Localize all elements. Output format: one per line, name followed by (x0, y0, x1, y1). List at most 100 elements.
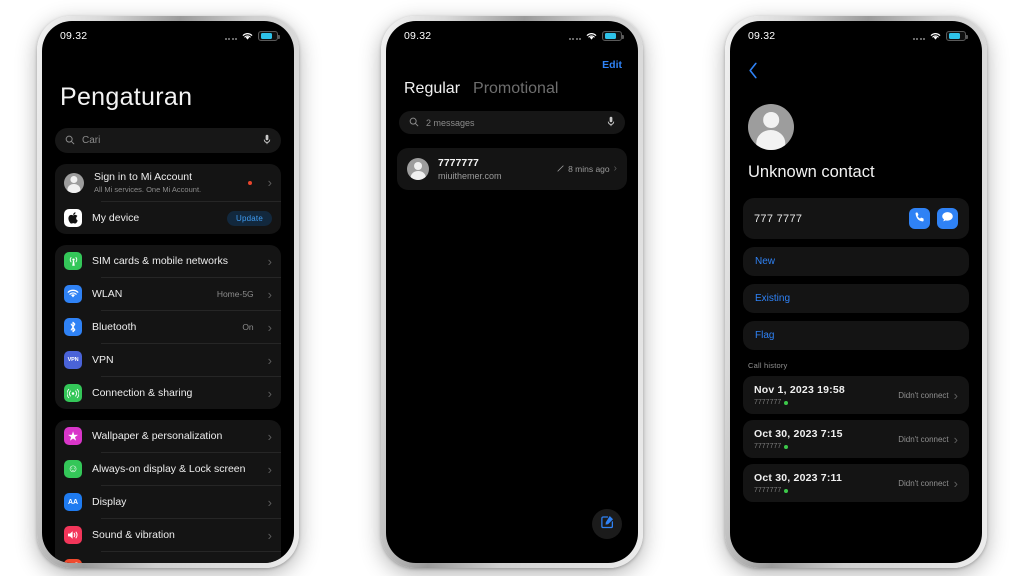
call-number: 7777777 (754, 487, 898, 494)
call-phone-icon (914, 210, 926, 228)
chevron-right-icon: › (267, 494, 272, 510)
chevron-right-icon: › (267, 352, 272, 368)
wifi-icon (930, 32, 941, 41)
edit-button[interactable]: Edit (386, 51, 638, 71)
message-time-text: 8 mins ago (568, 164, 610, 174)
chevron-right-icon: › (613, 163, 617, 174)
vpn-icon: VPN (64, 351, 82, 370)
sidebar-item-vpn[interactable]: VPN VPN › (55, 344, 281, 376)
chevron-right-icon: › (267, 461, 272, 477)
sidebar-item-my-device[interactable]: My device Update (55, 202, 281, 234)
message-sender: 7777777 (438, 157, 479, 169)
connection-sharing-icon (64, 384, 82, 403)
chevron-right-icon: › (953, 431, 958, 447)
chevron-right-icon: › (267, 385, 272, 401)
phone-number-card: 777 7777 (743, 198, 969, 239)
sidebar-item-display[interactable]: AA Display › (55, 486, 281, 518)
sound-label: Sound & vibration (92, 528, 175, 541)
sim-indicator-icon (784, 444, 789, 449)
call-history-title: Call history (748, 361, 788, 370)
option-new[interactable]: New (743, 247, 969, 276)
bluetooth-icon (64, 318, 82, 337)
always-on-display-label: Always-on display & Lock screen (92, 462, 246, 475)
battery-icon (258, 31, 280, 41)
chevron-right-icon: › (267, 319, 272, 335)
phone-settings: 09.32 Pengaturan Cari Sign in to Mi Acco… (37, 16, 299, 568)
bluetooth-value: On (242, 322, 254, 333)
wifi-icon (586, 32, 597, 41)
battery-icon (946, 31, 968, 41)
sidebar-item-wlan[interactable]: WLAN Home-5G › (55, 278, 281, 310)
bluetooth-label: Bluetooth (92, 320, 137, 333)
search-input[interactable]: Cari (55, 128, 281, 153)
chevron-right-icon: › (267, 428, 272, 444)
contact-screen: 09.32 Unknown contact 777 7777 New Exist… (730, 21, 982, 563)
chevron-right-icon: › (267, 286, 272, 302)
tab-promotional[interactable]: Promotional (473, 80, 558, 98)
sent-pen-icon (557, 164, 564, 174)
update-button[interactable]: Update (227, 210, 272, 226)
call-history-row[interactable]: Nov 1, 2023 19:58 7777777 Didn't connect… (743, 376, 969, 414)
message-timestamp: 8 mins ago › (557, 164, 617, 174)
connection-sharing-label: Connection & sharing (92, 386, 193, 399)
call-number: 7777777 (754, 399, 898, 406)
sidebar-item-always-on-display[interactable]: ☺ Always-on display & Lock screen › (55, 453, 281, 485)
wifi-icon (242, 32, 253, 41)
face-smile-icon: ☺ (64, 460, 82, 479)
message-button[interactable] (937, 208, 958, 229)
contact-avatar-icon (748, 104, 794, 150)
back-button[interactable] (730, 51, 982, 82)
screenshot-stage: 09.32 Pengaturan Cari Sign in to Mi Acco… (0, 0, 1024, 576)
system-group: ★ Wallpaper & personalization › ☺ Always… (55, 420, 281, 563)
sidebar-item-notifications[interactable]: Notifications & Control center › (55, 552, 281, 563)
status-bar: 09.32 (730, 21, 982, 51)
speaker-icon (64, 526, 82, 545)
list-item[interactable]: 7777777 miuithemer.com 8 mins ago › (397, 148, 627, 190)
phone-contact: 09.32 Unknown contact 777 7777 New Exist… (725, 16, 987, 568)
compose-edit-icon (600, 514, 615, 534)
chevron-right-icon: › (267, 253, 272, 269)
status-bar-time: 09.32 (748, 30, 776, 42)
sidebar-item-mi-account[interactable]: Sign in to Mi Account All Mi services. O… (55, 164, 281, 201)
microphone-icon[interactable] (263, 132, 271, 150)
wlan-value: Home-5G (216, 289, 254, 300)
search-placeholder: Cari (82, 135, 101, 146)
status-bar-time: 09.32 (60, 30, 88, 42)
signal-dots-icon (568, 33, 581, 40)
sidebar-item-connection-sharing[interactable]: Connection & sharing › (55, 377, 281, 409)
back-chevron-icon (748, 62, 758, 83)
call-status: Didn't connect (898, 478, 949, 488)
call-history-row[interactable]: Oct 30, 2023 7:11 7777777 Didn't connect… (743, 464, 969, 502)
messages-screen: 09.32 Edit Regular Promotional 2 message… (386, 21, 638, 563)
signal-dots-icon (224, 33, 237, 40)
call-history-row[interactable]: Oct 30, 2023 7:15 7777777 Didn't connect… (743, 420, 969, 458)
sidebar-item-sim-cards[interactable]: SIM cards & mobile networks › (55, 245, 281, 277)
call-number: 7777777 (754, 443, 898, 450)
sidebar-item-bluetooth[interactable]: Bluetooth On › (55, 311, 281, 343)
search-input[interactable]: 2 messages (399, 111, 625, 134)
sim-indicator-icon (784, 488, 789, 493)
option-existing[interactable]: Existing (743, 284, 969, 313)
option-flag[interactable]: Flag (743, 321, 969, 350)
status-bar-indicators (912, 31, 968, 41)
microphone-icon[interactable] (607, 114, 615, 132)
display-label: Display (92, 495, 127, 508)
chevron-right-icon: › (268, 562, 272, 563)
phone-messages: 09.32 Edit Regular Promotional 2 message… (381, 16, 643, 568)
wlan-label: WLAN (92, 287, 123, 300)
tab-regular[interactable]: Regular (404, 80, 460, 98)
message-preview: miuithemer.com (438, 171, 502, 181)
status-bar-indicators (568, 31, 624, 41)
sim-indicator-icon (784, 400, 789, 405)
settings-screen: 09.32 Pengaturan Cari Sign in to Mi Acco… (42, 21, 294, 563)
star-icon: ★ (64, 427, 82, 446)
sidebar-item-wallpaper[interactable]: ★ Wallpaper & personalization › (55, 420, 281, 452)
call-date: Oct 30, 2023 7:11 (754, 472, 843, 484)
page-title: Pengaturan (60, 83, 193, 111)
notification-dot-icon (247, 180, 252, 185)
call-button[interactable] (909, 208, 930, 229)
chevron-right-icon: › (953, 475, 958, 491)
compose-button[interactable] (592, 509, 622, 539)
call-date: Oct 30, 2023 7:15 (754, 428, 843, 440)
sidebar-item-sound[interactable]: Sound & vibration › (55, 519, 281, 551)
